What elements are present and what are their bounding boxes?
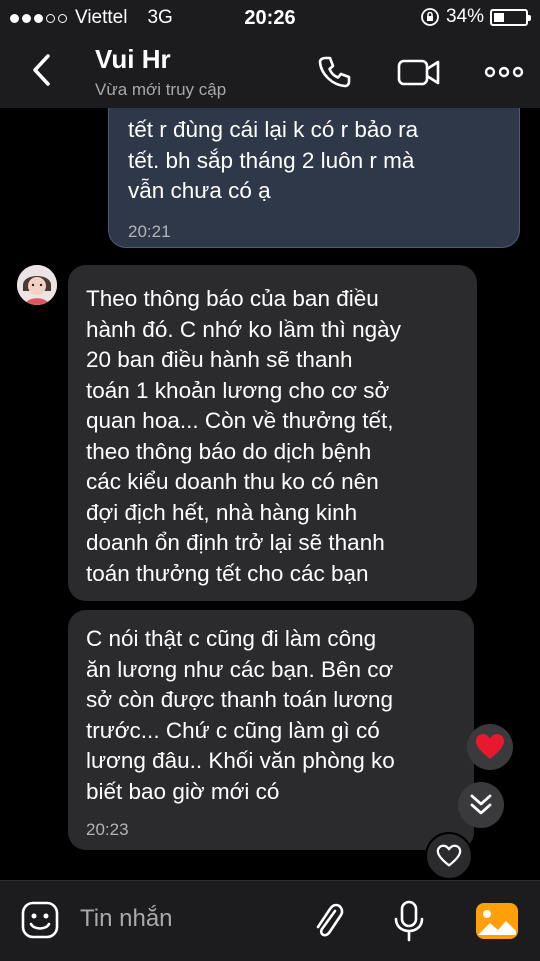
incoming-message[interactable]: C nói thật c cũng đi làm công ăn lương n… [68,610,474,850]
message-time: 20:21 [128,221,171,241]
back-chevron-icon[interactable] [24,50,60,90]
message-text: tết r đùng cái lại k có r bảo ra tết. bh… [128,117,419,203]
battery-percent: 34% [445,6,484,27]
double-chevron-down-icon [470,794,492,815]
contact-avatar[interactable] [17,265,57,305]
image-icon[interactable] [474,899,520,943]
outgoing-message[interactable]: tết r đùng cái lại k có r bảo ra tết. bh… [108,108,520,248]
message-time: 20:23 [86,820,129,839]
paperclip-icon[interactable] [308,899,348,943]
microphone-icon[interactable] [389,899,429,943]
message-list[interactable]: tết r đùng cái lại k có r bảo ra tết. bh… [0,108,540,880]
contact-name[interactable]: Vui Hr [95,44,171,75]
heart-reaction-button[interactable] [467,724,513,770]
avatar-image [17,265,57,305]
message-input[interactable] [80,899,290,939]
contact-status: Vừa mới truy cập [95,80,227,99]
incoming-message[interactable]: Theo thông báo của ban điều hành đó. C n… [68,265,477,601]
orientation-lock-icon [421,8,439,26]
battery-icon [490,8,531,26]
emoji-icon[interactable] [20,900,60,940]
status-right: 34% [420,6,531,28]
message-composer [0,880,540,961]
message-text: Theo thông báo của ban điều hành đó. C n… [86,286,401,586]
heart-outline-icon [436,844,462,867]
phone-icon[interactable] [314,52,354,92]
scroll-to-bottom-button[interactable] [458,782,504,828]
video-camera-icon[interactable] [396,52,442,92]
heart-icon [476,734,504,759]
more-horizontal-icon[interactable] [482,52,526,92]
status-bar: Viettel 3G 20:26 34% [0,0,540,36]
message-text: C nói thật c cũng đi làm công ăn lương n… [86,626,395,804]
chat-header: Vui Hr Vừa mới truy cập [0,36,540,108]
like-message-button[interactable] [425,832,473,880]
